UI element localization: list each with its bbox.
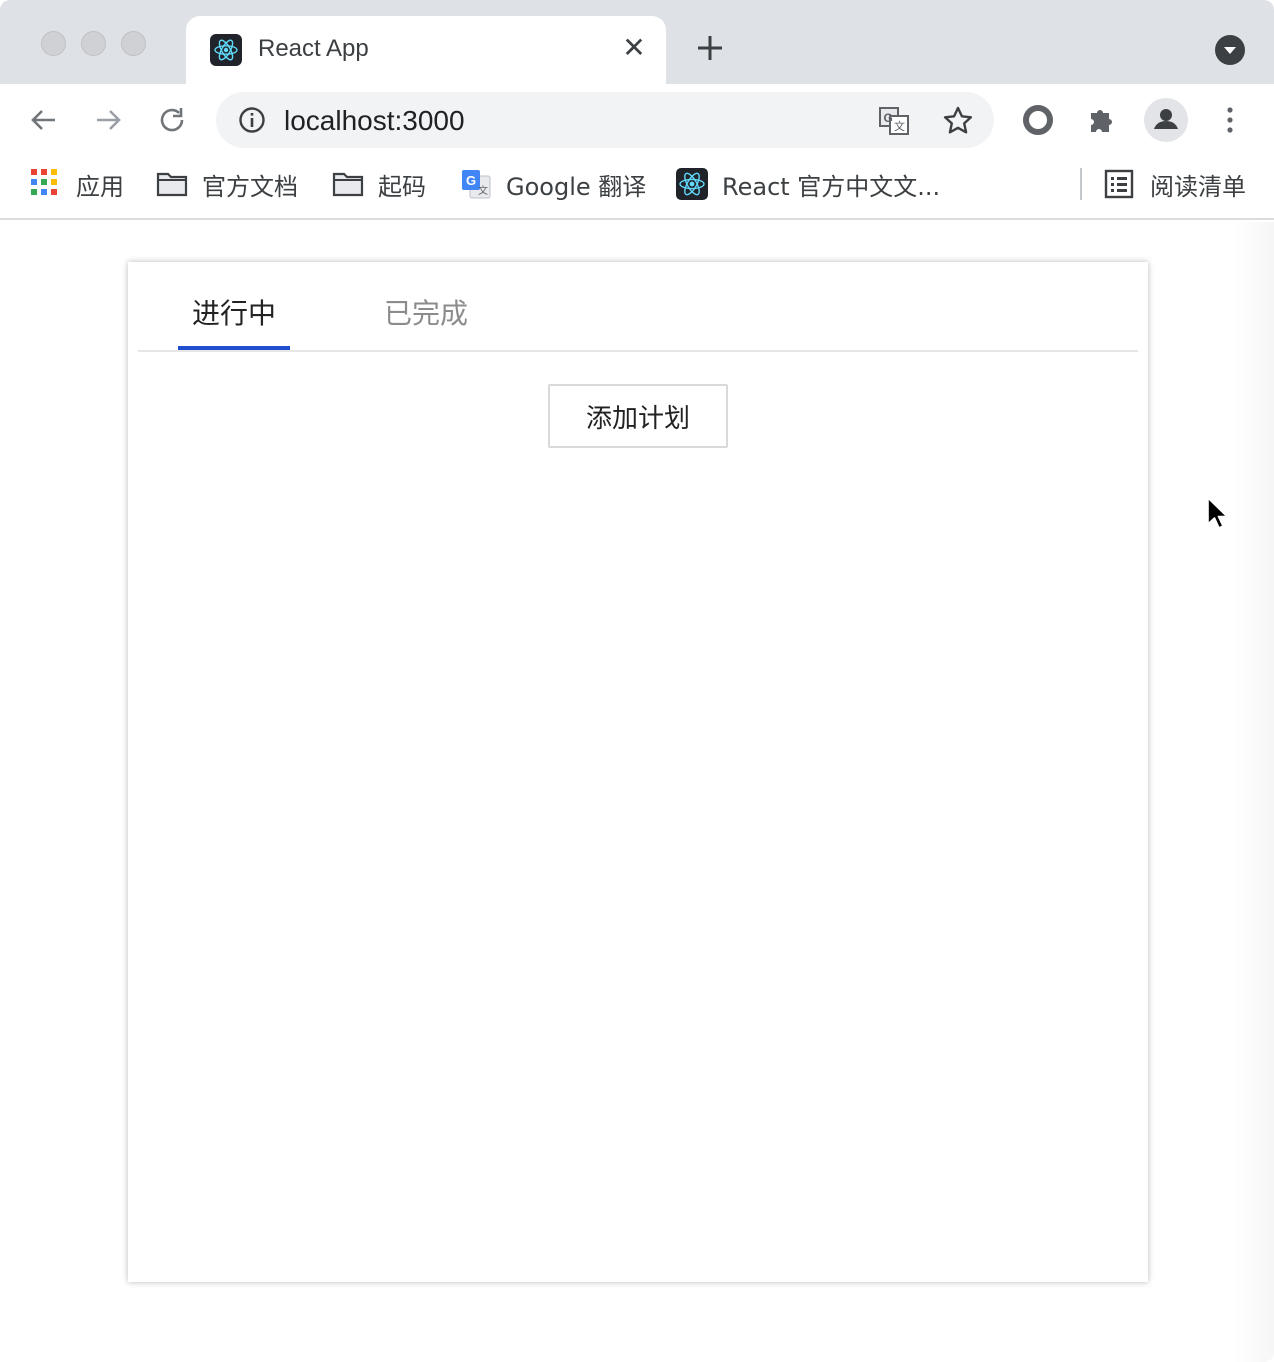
browser-toolbar: localhost:3000 G文 [0, 84, 1274, 156]
reading-list-label: 阅读清单 [1150, 172, 1246, 201]
new-tab-button[interactable] [694, 32, 726, 64]
tab-in-progress[interactable]: 进行中 [192, 292, 276, 332]
extension-circle-icon[interactable] [1022, 104, 1054, 136]
browser-window: React App ✕ localhost:3000 G文 应用 官方文档 起码… [0, 0, 1274, 1362]
tab-strip: React App ✕ [0, 0, 1274, 84]
star-icon[interactable] [942, 105, 974, 137]
active-tab-indicator [178, 346, 290, 350]
tab-bar: 进行中 已完成 [138, 262, 1138, 352]
translate-icon[interactable]: G文 [878, 105, 910, 137]
browser-tab[interactable]: React App ✕ [186, 16, 666, 84]
bookmark-react-docs[interactable]: React 官方中文文... [676, 168, 941, 201]
bookmark-folder-qima[interactable]: 起码 [332, 168, 426, 201]
bookmark-google-translate[interactable]: G文 Google 翻译 [460, 168, 647, 201]
folder-icon [156, 172, 188, 197]
tab-completed[interactable]: 已完成 [384, 292, 468, 332]
bookmark-separator [1080, 168, 1082, 200]
bookmark-label: 官方文档 [202, 172, 298, 201]
svg-text:文: 文 [894, 119, 905, 133]
react-icon [676, 168, 708, 200]
window-zoom-button[interactable] [121, 31, 146, 56]
bookmark-folder-docs[interactable]: 官方文档 [156, 168, 298, 201]
bookmark-label: 应用 [76, 172, 124, 201]
react-icon [210, 34, 242, 66]
reload-icon[interactable] [156, 104, 188, 136]
more-icon[interactable] [1214, 104, 1246, 136]
apps-grid-icon [31, 169, 57, 195]
bookmark-label: 起码 [378, 172, 426, 201]
svg-text:文: 文 [478, 184, 488, 197]
folder-icon [332, 172, 364, 197]
url-text[interactable]: localhost:3000 [284, 105, 465, 137]
forward-icon[interactable] [92, 104, 124, 136]
bookmarks-bar: 应用 官方文档 起码 G文 Google 翻译 React 官方中文文... 阅… [0, 156, 1274, 220]
info-icon[interactable] [238, 106, 266, 134]
back-icon[interactable] [28, 104, 60, 136]
todo-card: 进行中 已完成 添加计划 [128, 262, 1148, 1282]
bookmark-label: Google 翻译 [506, 172, 647, 201]
google-translate-icon: G文 [462, 170, 491, 199]
svg-text:G: G [884, 111, 893, 125]
window-close-button[interactable] [41, 31, 66, 56]
window-minimize-button[interactable] [81, 31, 106, 56]
page-edge-shade [1234, 222, 1274, 1362]
reading-list-button[interactable]: 阅读清单 [1104, 168, 1246, 201]
tab-title: React App [258, 35, 369, 62]
close-tab-icon[interactable]: ✕ [622, 34, 646, 62]
bookmark-apps[interactable]: 应用 [30, 168, 124, 201]
tab-search-button[interactable] [1215, 35, 1245, 65]
address-bar[interactable]: localhost:3000 G文 [216, 92, 994, 148]
profile-icon[interactable] [1144, 98, 1188, 142]
mouse-cursor-icon [1207, 497, 1228, 529]
svg-text:G: G [466, 173, 476, 188]
add-plan-button[interactable]: 添加计划 [548, 384, 728, 448]
puzzle-icon[interactable] [1086, 104, 1118, 136]
bookmark-label: React 官方中文文... [722, 172, 941, 201]
page-viewport: 进行中 已完成 添加计划 [0, 222, 1274, 1362]
reading-list-icon [1104, 169, 1134, 199]
